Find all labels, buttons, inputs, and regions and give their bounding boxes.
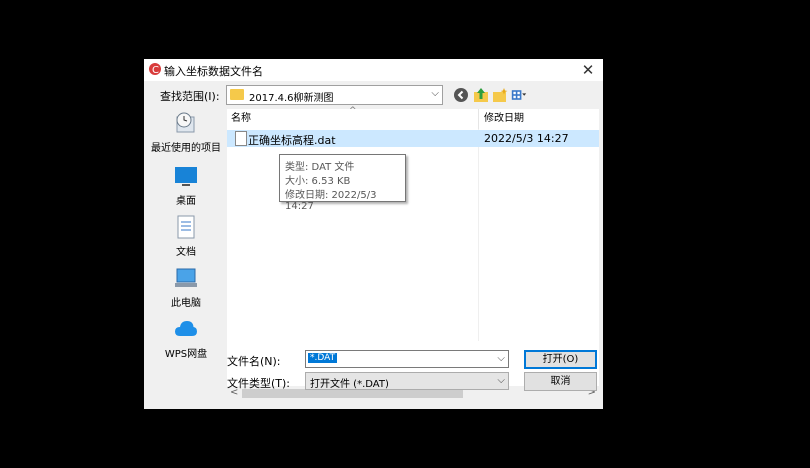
up-folder-icon[interactable] (473, 87, 489, 103)
view-menu-icon[interactable] (511, 87, 527, 103)
look-in-value: 2017.4.6柳新测图 (249, 93, 334, 104)
places-bar: 最近使用的项目 桌面 文档 此电脑 WPS网盘 (148, 109, 224, 404)
tooltip-type: 类型: DAT 文件 (285, 162, 355, 173)
dialog-title: 输入坐标数据文件名 (164, 65, 263, 78)
look-in-combobox[interactable]: 2017.4.6柳新测图 ⌵ (226, 85, 443, 105)
file-name: 正确坐标高程.dat (248, 134, 336, 147)
place-label: WPS网盘 (164, 349, 208, 360)
column-grid-line (478, 129, 479, 341)
place-this-pc[interactable]: 此电脑 (148, 266, 224, 309)
wps-cloud-icon (175, 321, 197, 336)
chevron-down-icon: ⌵ (431, 88, 439, 99)
place-recent-items[interactable]: 最近使用的项目 (148, 111, 224, 154)
title-bar: C 输入坐标数据文件名 ✕ (144, 59, 603, 81)
cancel-button[interactable]: 取消 (524, 372, 597, 391)
desktop-icon (175, 167, 197, 186)
place-desktop[interactable]: 桌面 (148, 164, 224, 207)
new-folder-icon[interactable] (492, 87, 508, 103)
column-divider[interactable] (478, 109, 479, 129)
look-in-label: 查找范围(I): (160, 90, 220, 103)
close-icon: ✕ (581, 61, 595, 79)
place-label: 文档 (176, 247, 196, 258)
folder-icon (230, 89, 244, 100)
filename-value[interactable]: *.DAT (308, 353, 338, 363)
column-header-modified[interactable]: 修改日期 (484, 109, 524, 129)
place-label: 此电脑 (171, 298, 201, 309)
back-icon[interactable] (453, 87, 469, 103)
chevron-down-icon[interactable]: ⌵ (497, 353, 505, 364)
column-header-name[interactable]: 名称 (231, 109, 251, 129)
tooltip-size: 大小: 6.53 KB (285, 176, 351, 187)
documents-icon (177, 215, 195, 239)
svg-text:C: C (152, 65, 159, 76)
file-info-tooltip: 类型: DAT 文件 大小: 6.53 KB 修改日期: 2022/5/3 14… (279, 154, 406, 212)
file-icon (235, 131, 247, 146)
place-documents[interactable]: 文档 (148, 215, 224, 258)
filetype-combobox[interactable]: 打开文件 (*.DAT) ⌵ (305, 372, 509, 390)
close-button[interactable]: ✕ (577, 60, 599, 80)
filetype-label: 文件类型(T): (227, 377, 291, 390)
open-button[interactable]: 打开(O) (524, 350, 597, 369)
place-label: 桌面 (176, 196, 196, 207)
filename-combobox[interactable]: *.DAT ⌵ (305, 350, 509, 368)
chevron-down-icon: ⌵ (497, 375, 505, 386)
this-pc-icon (175, 268, 197, 287)
recent-items-icon (176, 112, 195, 133)
file-row[interactable]: 正确坐标高程.dat 2022/5/3 14:27 (227, 130, 599, 147)
place-wps-cloud[interactable]: WPS网盘 (148, 317, 224, 360)
filename-label: 文件名(N): (227, 355, 281, 368)
sort-ascending-icon: ^ (349, 106, 357, 116)
open-file-dialog: C 输入坐标数据文件名 ✕ 查找范围(I): 2017.4.6柳新测图 ⌵ 最近… (144, 59, 603, 409)
filetype-value: 打开文件 (*.DAT) (310, 379, 389, 390)
app-logo-icon: C (149, 63, 161, 76)
place-label: 最近使用的项目 (151, 143, 221, 154)
file-modified-date: 2022/5/3 14:27 (484, 132, 569, 145)
tooltip-date: 修改日期: 2022/5/3 14:27 (285, 190, 377, 212)
